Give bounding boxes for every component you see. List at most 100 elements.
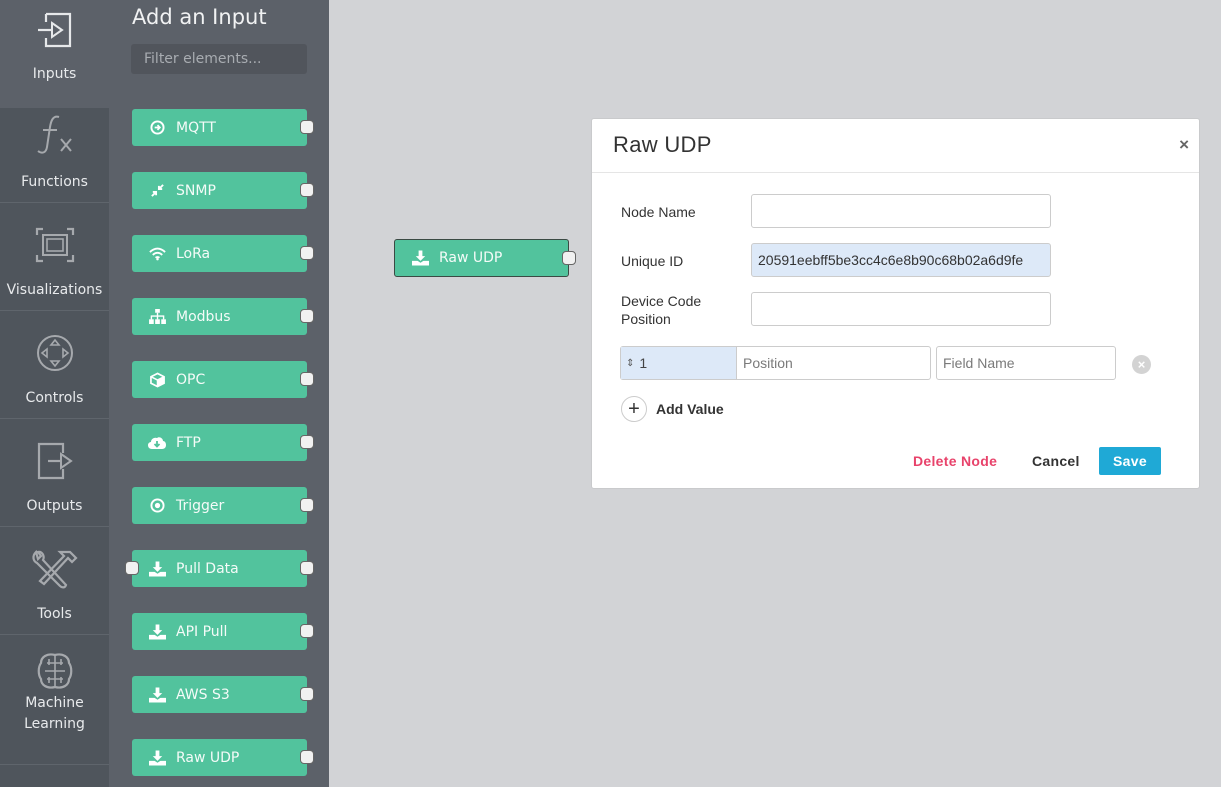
device-code-position-label-line1: Device Code — [621, 293, 702, 309]
device-code-position-label: Device Code Position — [621, 292, 701, 328]
palette-node-label: OPC — [176, 371, 206, 388]
output-port[interactable] — [300, 498, 314, 512]
dpad-control-icon — [0, 331, 109, 375]
sidebar-item-visualizations[interactable]: Visualizations — [0, 203, 109, 311]
sidebar-item-label: Visualizations — [6, 282, 103, 298]
palette-node-pull-data[interactable]: Pull Data — [125, 550, 314, 587]
palette-node-mqtt[interactable]: MQTT — [132, 109, 314, 146]
field-name-input[interactable] — [936, 346, 1116, 380]
wrench-hammer-icon — [0, 547, 109, 591]
wifi-icon — [148, 245, 166, 263]
input-port[interactable] — [125, 561, 139, 575]
canvas-node-label: Raw UDP — [439, 250, 503, 266]
cloud-download-icon — [148, 434, 166, 452]
dialog-header: Raw UDP × — [592, 119, 1199, 173]
download-icon — [148, 560, 166, 578]
dialog-title: Raw UDP — [613, 132, 712, 157]
sidebar-item-inputs[interactable]: Inputs — [0, 0, 109, 108]
output-port[interactable] — [300, 246, 314, 260]
cancel-button[interactable]: Cancel — [1032, 453, 1080, 469]
download-icon — [148, 623, 166, 641]
sort-handle-icon: ⇕ — [626, 357, 635, 369]
sidebar-item-label: Tools — [37, 606, 72, 622]
palette-node-label: Modbus — [176, 308, 231, 325]
filter-elements-input[interactable] — [131, 44, 307, 74]
add-value-button[interactable]: + Add Value — [621, 396, 724, 422]
palette-node-trigger[interactable]: Trigger — [132, 487, 314, 524]
cube-icon — [148, 371, 166, 389]
palette-node-label: SNMP — [176, 182, 216, 199]
palette-node-label: FTP — [176, 434, 201, 451]
palette-node-label: API Pull — [176, 623, 228, 640]
node-name-label: Node Name — [621, 204, 696, 220]
sidebar-item-label: Functions — [21, 174, 88, 190]
palette-node-label: Raw UDP — [176, 749, 240, 766]
node-config-dialog: Raw UDP × Node Name Unique ID Device Cod… — [591, 118, 1200, 489]
device-code-position-input[interactable] — [751, 292, 1051, 326]
plus-icon: + — [621, 396, 647, 422]
remove-row-icon[interactable]: × — [1132, 355, 1151, 374]
output-port[interactable] — [300, 183, 314, 197]
sidebar-item-controls[interactable]: Controls — [0, 311, 109, 419]
input-arrow-icon — [0, 8, 109, 52]
palette-node-label: AWS S3 — [176, 686, 230, 703]
download-icon — [411, 249, 429, 267]
value-row-drag-handle[interactable]: ⇕ 1 — [621, 347, 737, 379]
palette-node-label: LoRa — [176, 245, 211, 262]
position-input[interactable] — [737, 347, 930, 379]
sidebar-item-outputs[interactable]: Outputs — [0, 419, 109, 527]
close-icon[interactable]: × — [1179, 136, 1189, 154]
delete-node-button[interactable]: Delete Node — [913, 453, 997, 469]
output-arrow-icon — [0, 439, 109, 483]
arrow-circle-right-icon — [148, 119, 166, 137]
sidebar-item-machine-learning[interactable]: Machine Learning — [0, 635, 109, 765]
palette-node-modbus[interactable]: Modbus — [132, 298, 314, 335]
palette-title: Add an Input — [132, 5, 267, 29]
palette-node-api-pull[interactable]: API Pull — [132, 613, 314, 650]
unique-id-input[interactable] — [751, 243, 1051, 277]
download-icon — [148, 749, 166, 767]
output-port[interactable] — [300, 120, 314, 134]
sidebar-item-functions[interactable]: Functions — [0, 95, 109, 203]
input-palette: Add an Input MQTT SNMP LoRa Modbus OPC F… — [109, 0, 329, 787]
sidebar-item-label-line2: Learning — [24, 716, 85, 732]
palette-node-opc[interactable]: OPC — [132, 361, 314, 398]
output-port[interactable] — [300, 372, 314, 386]
palette-node-aws-s3[interactable]: AWS S3 — [132, 676, 314, 713]
palette-node-snmp[interactable]: SNMP — [132, 172, 314, 209]
save-button[interactable]: Save — [1099, 447, 1161, 475]
palette-node-lora[interactable]: LoRa — [132, 235, 314, 272]
sidebar-item-label: Inputs — [32, 66, 77, 82]
unique-id-label: Unique ID — [621, 253, 684, 269]
sidebar-item-label: Machine — [25, 695, 84, 711]
output-port[interactable] — [300, 309, 314, 323]
compress-arrows-icon — [148, 182, 166, 200]
palette-node-label: MQTT — [176, 119, 216, 136]
visualization-frame-icon — [0, 223, 109, 267]
output-port[interactable] — [562, 251, 576, 265]
palette-node-label: Pull Data — [176, 560, 239, 577]
palette-node-ftp[interactable]: FTP — [132, 424, 314, 461]
output-port[interactable] — [300, 750, 314, 764]
value-row: ⇕ 1 — [620, 346, 931, 380]
output-port[interactable] — [300, 435, 314, 449]
sidebar-item-label: Outputs — [26, 498, 83, 514]
sidebar-item-label: Controls — [25, 390, 84, 406]
sidebar-item-tools[interactable]: Tools — [0, 527, 109, 635]
palette-node-label: Trigger — [176, 497, 225, 514]
sitemap-icon — [148, 308, 166, 326]
brain-icon — [0, 649, 109, 693]
download-icon — [148, 686, 166, 704]
add-value-label: Add Value — [656, 401, 724, 417]
output-port[interactable] — [300, 687, 314, 701]
category-sidebar: Inputs Functions Visualizations Controls… — [0, 0, 109, 787]
canvas-node-raw-udp[interactable]: Raw UDP — [394, 239, 576, 277]
output-port[interactable] — [300, 624, 314, 638]
function-fx-icon — [0, 113, 109, 157]
palette-node-raw-udp[interactable]: Raw UDP — [132, 739, 314, 776]
node-name-input[interactable] — [751, 194, 1051, 228]
device-code-position-label-line2: Position — [621, 311, 671, 327]
output-port[interactable] — [300, 561, 314, 575]
dot-circle-icon — [148, 497, 166, 515]
value-row-index: 1 — [639, 355, 648, 371]
